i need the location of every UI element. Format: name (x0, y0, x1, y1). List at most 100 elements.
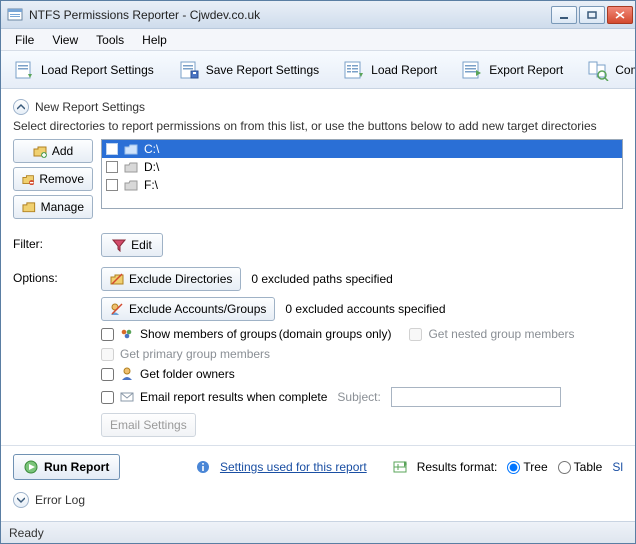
folder-icon (124, 143, 138, 155)
edit-filter-button-label: Edit (131, 238, 152, 252)
folder-icon (124, 179, 138, 191)
exclude-accounts-icon (110, 302, 124, 316)
settings-used-link[interactable]: Settings used for this report (220, 460, 367, 474)
menu-file[interactable]: File (7, 31, 42, 49)
toolbar-load-report-label: Load Report (371, 63, 437, 77)
directory-list[interactable]: C:\ D:\ F:\ (101, 139, 623, 209)
load-report-icon (343, 59, 365, 81)
remove-icon (22, 172, 34, 186)
directory-checkbox[interactable] (106, 179, 118, 191)
info-icon (196, 460, 210, 474)
directory-checkbox[interactable] (106, 161, 118, 173)
folder-icon (124, 161, 138, 173)
chevron-up-icon (17, 103, 25, 111)
manage-button[interactable]: Manage (13, 195, 93, 219)
bottom-toolbar: Run Report Settings used for this report… (1, 445, 635, 484)
toolbar-compare-report-label: Compare Repo (615, 63, 635, 77)
manage-icon (22, 200, 36, 214)
email-settings-label: Email Settings (110, 418, 187, 432)
directory-list-item[interactable]: F:\ (102, 176, 622, 194)
run-report-button[interactable]: Run Report (13, 454, 120, 480)
toolbar-save-settings-label: Save Report Settings (206, 63, 319, 77)
email-settings-button[interactable]: Email Settings (101, 413, 196, 437)
compare-report-icon (587, 59, 609, 81)
add-button-label: Add (52, 144, 73, 158)
directory-list-item[interactable]: C:\ (102, 140, 622, 158)
get-primary-label: Get primary group members (120, 347, 270, 361)
exclude-accounts-button[interactable]: Exclude Accounts/Groups (101, 297, 275, 321)
menu-bar: File View Tools Help (1, 29, 635, 51)
show-members-checkbox[interactable]: Show members of groups (domain groups on… (101, 327, 391, 341)
run-icon (24, 460, 38, 474)
email-results-label: Email report results when complete (140, 390, 327, 404)
results-format-tree[interactable]: Tree (507, 460, 547, 474)
save-settings-icon (178, 59, 200, 81)
get-nested-checkbox[interactable]: Get nested group members (409, 327, 574, 341)
manage-button-label: Manage (41, 200, 84, 214)
remove-button[interactable]: Remove (13, 167, 93, 191)
app-icon (7, 7, 23, 23)
toolbar-load-report[interactable]: Load Report (335, 55, 445, 85)
chevron-down-icon (17, 496, 25, 504)
menu-view[interactable]: View (44, 31, 86, 49)
close-button[interactable] (607, 6, 633, 24)
section-subtext: Select directories to report permissions… (13, 119, 623, 133)
collapse-section-button[interactable] (13, 99, 29, 115)
menu-tools[interactable]: Tools (88, 31, 132, 49)
subject-label: Subject: (337, 390, 380, 404)
minimize-button[interactable] (551, 6, 577, 24)
directory-label: C:\ (144, 142, 159, 156)
run-report-label: Run Report (44, 460, 109, 474)
show-members-suffix: (domain groups only) (279, 327, 392, 341)
toolbar-save-settings[interactable]: Save Report Settings (170, 55, 327, 85)
table-radio-label: Table (574, 460, 603, 474)
email-icon (120, 390, 134, 404)
sl-link[interactable]: Sl (612, 460, 623, 474)
filter-icon (112, 238, 126, 252)
subject-input[interactable] (391, 387, 561, 407)
directory-label: F:\ (144, 178, 158, 192)
maximize-button[interactable] (579, 6, 605, 24)
edit-filter-button[interactable]: Edit (101, 233, 163, 257)
exclude-accounts-label: Exclude Accounts/Groups (129, 302, 266, 316)
owner-icon (120, 367, 134, 381)
toolbar-compare-report[interactable]: Compare Repo (579, 55, 635, 85)
directory-label: D:\ (144, 160, 159, 174)
exclude-directories-label: Exclude Directories (129, 272, 232, 286)
group-icon (120, 327, 134, 341)
export-report-icon (461, 59, 483, 81)
add-button[interactable]: Add (13, 139, 93, 163)
toolbar-export-report-label: Export Report (489, 63, 563, 77)
toolbar-load-settings[interactable]: Load Report Settings (5, 55, 162, 85)
get-folder-owners-checkbox[interactable]: Get folder owners (101, 367, 623, 381)
collapse-errorlog-button[interactable] (13, 492, 29, 508)
window-titlebar: NTFS Permissions Reporter - Cjwdev.co.uk (1, 1, 635, 29)
get-folder-owners-label: Get folder owners (140, 367, 235, 381)
filter-label: Filter: (13, 233, 93, 251)
directory-list-item[interactable]: D:\ (102, 158, 622, 176)
tree-radio-label: Tree (523, 460, 547, 474)
main-toolbar: Load Report Settings Save Report Setting… (1, 51, 635, 89)
load-settings-icon (13, 59, 35, 81)
excluded-paths-text: 0 excluded paths specified (251, 272, 392, 286)
results-format-icon (393, 460, 407, 474)
options-label: Options: (13, 267, 93, 285)
remove-button-label: Remove (39, 172, 84, 186)
exclude-directories-button[interactable]: Exclude Directories (101, 267, 241, 291)
get-nested-label: Get nested group members (428, 327, 574, 341)
results-format-table[interactable]: Table (558, 460, 603, 474)
email-results-checkbox[interactable]: Email report results when complete (101, 390, 327, 404)
toolbar-load-settings-label: Load Report Settings (41, 63, 154, 77)
toolbar-export-report[interactable]: Export Report (453, 55, 571, 85)
show-members-label: Show members of groups (140, 327, 277, 341)
results-format-label: Results format: (417, 460, 498, 474)
menu-help[interactable]: Help (134, 31, 175, 49)
window-title: NTFS Permissions Reporter - Cjwdev.co.uk (29, 8, 551, 22)
error-log-panel: Error Log (1, 484, 635, 521)
get-primary-checkbox[interactable]: Get primary group members (101, 347, 623, 361)
excluded-accounts-text: 0 excluded accounts specified (285, 302, 445, 316)
directory-checkbox[interactable] (106, 143, 118, 155)
status-bar: Ready (1, 521, 635, 543)
exclude-dirs-icon (110, 272, 124, 286)
status-text: Ready (9, 526, 44, 540)
